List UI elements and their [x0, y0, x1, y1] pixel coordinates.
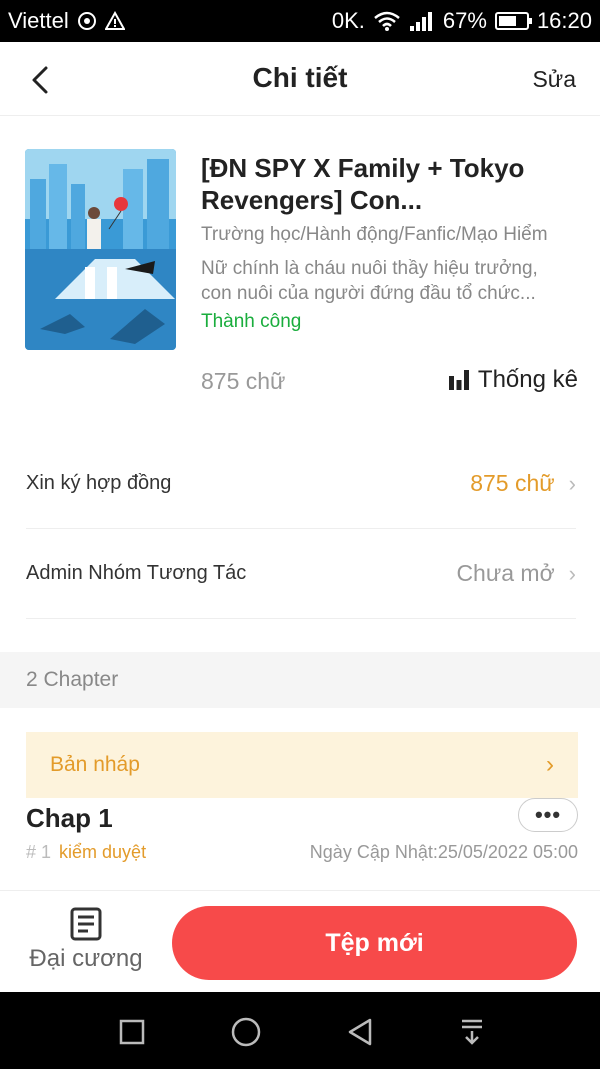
contract-label: Xin ký hợp đồng — [26, 472, 172, 494]
chevron-right-icon: › — [568, 470, 576, 496]
home-button[interactable] — [226, 1012, 266, 1052]
carrier-label: Viettel — [8, 8, 69, 33]
wifi-icon — [373, 10, 401, 32]
square-icon — [119, 1019, 145, 1045]
cover-illustration — [25, 149, 176, 350]
chevron-right-icon: › — [546, 751, 554, 778]
word-count: 875 chữ — [201, 368, 286, 394]
battery-percent: 67% — [442, 8, 487, 33]
stats-label: Thống kê — [477, 366, 578, 393]
notification-pull-button[interactable] — [452, 1012, 492, 1052]
contract-row[interactable]: Xin ký hợp đồng 875 chữ › — [26, 439, 576, 529]
status-bar: Viettel 0K. 67% 16:20 — [0, 0, 600, 42]
book-tags: Trường học/Hành động/Fanfic/Mạo Hiểm — [201, 224, 548, 245]
pull-down-icon — [462, 1019, 482, 1045]
recents-button[interactable] — [112, 1012, 152, 1052]
draft-label: Bản nháp — [50, 753, 140, 776]
chevron-right-icon: › — [568, 560, 576, 586]
outline-button[interactable]: Đại cương — [22, 907, 150, 981]
stats-button[interactable]: Thống kê — [448, 366, 578, 394]
book-status: Thành công — [201, 311, 302, 332]
circle-icon — [231, 1017, 261, 1047]
page-title: Chi tiết — [252, 62, 348, 93]
battery-icon — [494, 12, 532, 30]
back-button[interactable] — [20, 60, 60, 100]
warning-icon — [104, 11, 125, 31]
document-icon — [70, 907, 102, 941]
data-rate: 0K. — [331, 8, 365, 33]
book-info: [ĐN SPY X Family + Tokyo Revengers] Con.… — [0, 116, 600, 420]
back-nav-button[interactable] — [340, 1012, 380, 1052]
admin-group-label: Admin Nhóm Tương Tác — [26, 562, 247, 584]
bottom-action-bar: Đại cương Tệp mới — [0, 890, 600, 992]
triangle-back-icon — [348, 1018, 372, 1046]
hotspot-icon — [77, 11, 97, 31]
chapter-meta: # 1 kiểm duyệt Ngày Cập Nhật:25/05/2022 … — [26, 842, 578, 863]
contract-value: 875 chữ — [470, 470, 555, 496]
chapter-title[interactable]: Chap 1 — [26, 803, 113, 834]
bar-chart-icon — [448, 370, 469, 390]
chapter-number: # 1 — [26, 842, 52, 862]
more-icon: ••• — [534, 802, 562, 827]
chapter-count-header: 2 Chapter — [0, 652, 600, 708]
book-description: Nữ chính là cháu nuôi thầy hiệu trưởng, … — [201, 258, 538, 304]
clock: 16:20 — [536, 8, 592, 33]
system-nav-bar — [0, 992, 600, 1069]
edit-button[interactable]: Sửa — [532, 66, 576, 93]
outline-label: Đại cương — [29, 945, 143, 972]
book-title: [ĐN SPY X Family + Tokyo Revengers] Con.… — [201, 153, 525, 215]
book-cover[interactable] — [25, 149, 176, 350]
more-options-button[interactable]: ••• — [518, 798, 578, 832]
signal-icon — [409, 10, 435, 32]
chapter-updated-date: Ngày Cập Nhật:25/05/2022 05:00 — [309, 842, 578, 862]
header: Chi tiết Sửa — [0, 42, 600, 116]
draft-row[interactable]: Bản nháp › — [26, 732, 578, 798]
chevron-left-icon — [32, 66, 48, 94]
admin-group-value: Chưa mở — [456, 560, 555, 586]
new-file-button[interactable]: Tệp mới — [172, 906, 577, 980]
admin-group-row[interactable]: Admin Nhóm Tương Tác Chưa mở › — [26, 529, 576, 619]
chapter-status: kiểm duyệt — [59, 842, 147, 862]
